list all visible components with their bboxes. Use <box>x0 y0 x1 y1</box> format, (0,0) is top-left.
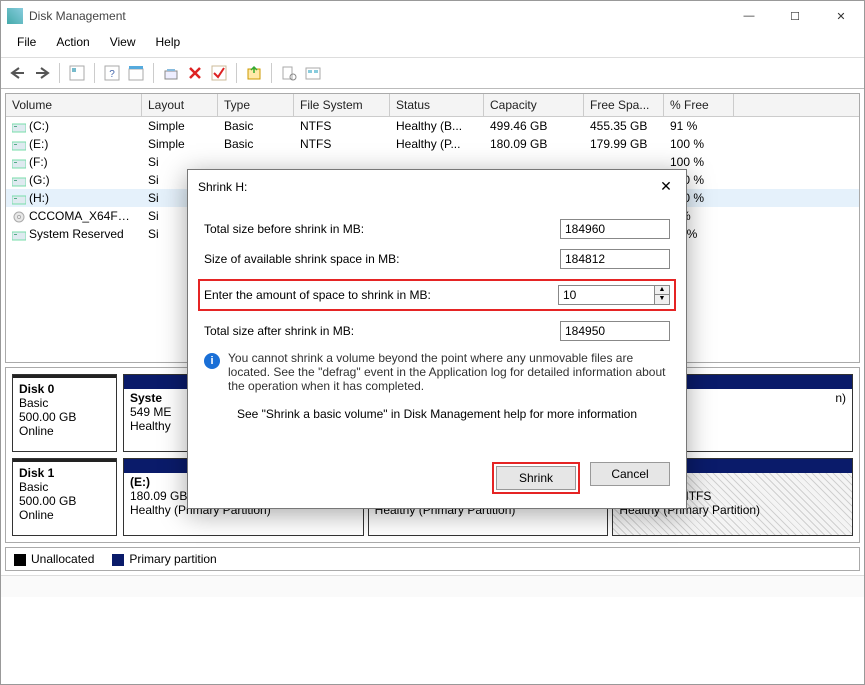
col-capacity[interactable]: Capacity <box>484 94 584 116</box>
toolbar-icon-5[interactable] <box>243 62 265 84</box>
app-icon <box>7 8 23 24</box>
toolbar-icon-1[interactable] <box>66 62 88 84</box>
table-row[interactable]: (C:)SimpleBasicNTFSHealthy (B...499.46 G… <box>6 117 859 135</box>
label-enter-shrink: Enter the amount of space to shrink in M… <box>204 288 558 302</box>
col-type[interactable]: Type <box>218 94 294 116</box>
drive-icon <box>12 229 26 241</box>
value-total-before: 184960 <box>560 219 670 239</box>
menu-action[interactable]: Action <box>46 33 99 51</box>
drive-icon <box>12 175 26 187</box>
titlebar: Disk Management — ☐ ✕ <box>1 1 864 31</box>
menu-help[interactable]: Help <box>146 33 191 51</box>
legend-unallocated-label: Unallocated <box>31 552 94 566</box>
disk-label[interactable]: Disk 0Basic500.00 GBOnline <box>12 374 117 452</box>
disk-label[interactable]: Disk 1Basic500.00 GBOnline <box>12 458 117 536</box>
disc-icon <box>12 211 26 223</box>
col-free[interactable]: Free Spa... <box>584 94 664 116</box>
drive-icon <box>12 193 26 205</box>
shrink-dialog: Shrink H: ✕ Total size before shrink in … <box>187 169 687 509</box>
toolbar-icon-7[interactable] <box>302 62 324 84</box>
menu-view[interactable]: View <box>100 33 146 51</box>
drive-icon <box>12 157 26 169</box>
spinner-down[interactable]: ▼ <box>655 295 669 304</box>
label-avail: Size of available shrink space in MB: <box>204 252 560 266</box>
col-fs[interactable]: File System <box>294 94 390 116</box>
toolbar-icon-2[interactable]: ? <box>101 62 123 84</box>
check-icon[interactable] <box>208 62 230 84</box>
col-pfree[interactable]: % Free <box>664 94 734 116</box>
toolbar-icon-4[interactable] <box>160 62 182 84</box>
table-row[interactable]: (E:)SimpleBasicNTFSHealthy (P...180.09 G… <box>6 135 859 153</box>
legend-primary-label: Primary partition <box>129 552 216 566</box>
forward-button[interactable] <box>31 62 53 84</box>
svg-text:?: ? <box>109 69 115 80</box>
statusbar <box>1 575 864 597</box>
help-text: See "Shrink a basic volume" in Disk Mana… <box>204 407 670 421</box>
back-button[interactable] <box>7 62 29 84</box>
shrink-amount-spinner[interactable]: ▲ ▼ <box>558 285 670 305</box>
legend-unallocated-swatch <box>14 554 26 566</box>
col-layout[interactable]: Layout <box>142 94 218 116</box>
shrink-amount-input[interactable] <box>558 285 654 305</box>
drive-icon <box>12 139 26 151</box>
legend: Unallocated Primary partition <box>5 547 860 571</box>
menubar: File Action View Help <box>1 31 864 58</box>
dialog-title: Shrink H: <box>198 180 656 194</box>
label-total-after: Total size after shrink in MB: <box>204 324 560 338</box>
dialog-close-icon[interactable]: ✕ <box>656 178 676 195</box>
label-total-before: Total size before shrink in MB: <box>204 222 560 236</box>
spinner-up[interactable]: ▲ <box>655 286 669 295</box>
minimize-button[interactable]: — <box>726 1 772 31</box>
col-status[interactable]: Status <box>390 94 484 116</box>
toolbar: ? <box>1 58 864 89</box>
cancel-button[interactable]: Cancel <box>590 462 670 486</box>
toolbar-icon-3[interactable] <box>125 62 147 84</box>
info-text: You cannot shrink a volume beyond the po… <box>228 351 670 393</box>
delete-icon[interactable] <box>184 62 206 84</box>
legend-primary-swatch <box>112 554 124 566</box>
value-avail: 184812 <box>560 249 670 269</box>
close-button[interactable]: ✕ <box>818 1 864 31</box>
partition-box[interactable]: Syste549 MEHealthy <box>123 374 193 452</box>
menu-file[interactable]: File <box>7 33 46 51</box>
shrink-button[interactable]: Shrink <box>496 466 576 490</box>
value-total-after: 184950 <box>560 321 670 341</box>
window-title: Disk Management <box>29 9 726 23</box>
col-volume[interactable]: Volume <box>6 94 142 116</box>
toolbar-icon-6[interactable] <box>278 62 300 84</box>
maximize-button[interactable]: ☐ <box>772 1 818 31</box>
drive-icon <box>12 121 26 133</box>
info-icon: i <box>204 353 220 369</box>
